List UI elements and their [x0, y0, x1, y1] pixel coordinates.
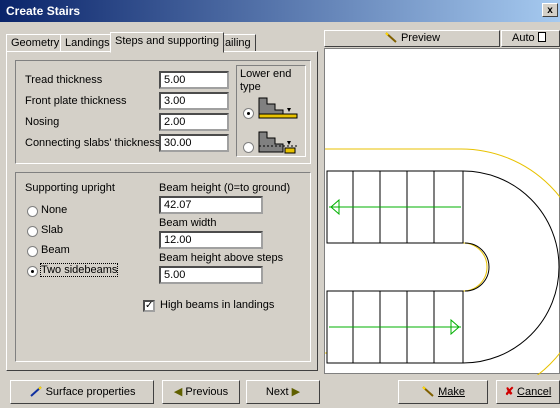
lower-end-type-group: Lower end type [236, 65, 306, 157]
lower-end-flush-icon [258, 97, 298, 119]
cancel-button[interactable]: ✘ Cancel [496, 380, 560, 404]
support-radio-beam[interactable] [27, 246, 38, 257]
preview-label: Preview [400, 32, 441, 44]
auto-label: Auto [512, 32, 535, 44]
steps-group: Tread thickness 5.00 Front plate thickne… [15, 60, 311, 164]
wand-icon [422, 386, 434, 397]
connecting-slabs-input[interactable]: 30.00 [159, 134, 229, 152]
support-option-slab: Slab [41, 224, 64, 236]
make-button[interactable]: Make [398, 380, 488, 404]
front-plate-thickness-label: Front plate thickness [25, 95, 127, 107]
stair-outline-inner [462, 242, 488, 292]
support-option-beam: Beam [41, 244, 70, 256]
next-arrow-icon: ▶ [291, 386, 301, 398]
previous-label: Previous [185, 386, 229, 398]
lower-flight [326, 290, 464, 364]
nosing-label: Nosing [25, 116, 60, 128]
cancel-label: Cancel [517, 386, 552, 398]
tab-panel: Tread thickness 5.00 Front plate thickne… [6, 51, 318, 371]
auto-checkbox[interactable] [537, 32, 546, 42]
previous-arrow-icon: ◀ [173, 386, 183, 398]
tab-landings[interactable]: Landings [60, 34, 115, 52]
tread-thickness-input[interactable]: 5.00 [159, 71, 229, 89]
upper-flight [326, 170, 464, 244]
tab-geometry[interactable]: Geometry [6, 34, 65, 52]
auto-toggle[interactable]: Auto [501, 30, 560, 47]
tread-thickness-label: Tread thickness [25, 74, 103, 86]
surface-properties-button[interactable]: Surface properties [10, 380, 154, 404]
beam-above-steps-label: Beam height above steps [159, 252, 284, 264]
make-label: Make [438, 386, 465, 398]
stair-drawing [325, 148, 560, 402]
high-beams-checkbox[interactable]: ✓ [143, 300, 155, 312]
close-button[interactable]: x [542, 3, 558, 17]
beam-height-input[interactable]: 42.07 [159, 196, 263, 214]
next-button[interactable]: Next ▶ [246, 380, 320, 404]
next-label: Next [265, 386, 289, 398]
lower-end-type-radio-1[interactable] [243, 108, 254, 119]
window-title: Create Stairs [6, 4, 81, 18]
lower-end-sunk-icon [258, 131, 297, 154]
beam-above-steps-input[interactable]: 5.00 [159, 266, 263, 284]
lower-end-type-label: Lower end type [240, 68, 292, 93]
nosing-input[interactable]: 2.00 [159, 113, 229, 131]
front-plate-thickness-input[interactable]: 3.00 [159, 92, 229, 110]
tab-steps-and-supporting[interactable]: Steps and supporting [110, 32, 224, 53]
cancel-x-icon: ✘ [504, 386, 514, 398]
title-bar: Create Stairs x [0, 0, 560, 22]
supporting-group: Supporting upright None Slab Beam Two si… [15, 172, 311, 362]
wand-icon [29, 386, 42, 397]
connecting-slabs-label: Connecting slabs' thickness [25, 137, 161, 149]
beam-width-input[interactable]: 12.00 [159, 231, 263, 249]
support-radio-none[interactable] [27, 206, 38, 217]
supporting-upright-label: Supporting upright [25, 182, 115, 194]
beam-width-label: Beam width [159, 217, 217, 229]
stair-preview-canvas [324, 48, 560, 402]
surface-properties-label: Surface properties [45, 386, 136, 398]
wand-icon [385, 32, 397, 43]
preview-button[interactable]: Preview [324, 30, 500, 47]
high-beams-label: High beams in landings [160, 299, 275, 311]
landing-outer-edge [462, 170, 560, 364]
support-radio-slab[interactable] [27, 226, 38, 237]
lower-end-type-radio-2[interactable] [243, 142, 254, 153]
support-option-none: None [41, 204, 68, 216]
landing-inner-edge [464, 242, 490, 292]
previous-button[interactable]: ◀ Previous [162, 380, 240, 404]
beam-height-label: Beam height (0=to ground) [159, 182, 291, 194]
support-radio-two-sidebeams[interactable] [27, 266, 38, 277]
support-option-two-sidebeams: Two sidebeams [39, 263, 119, 277]
